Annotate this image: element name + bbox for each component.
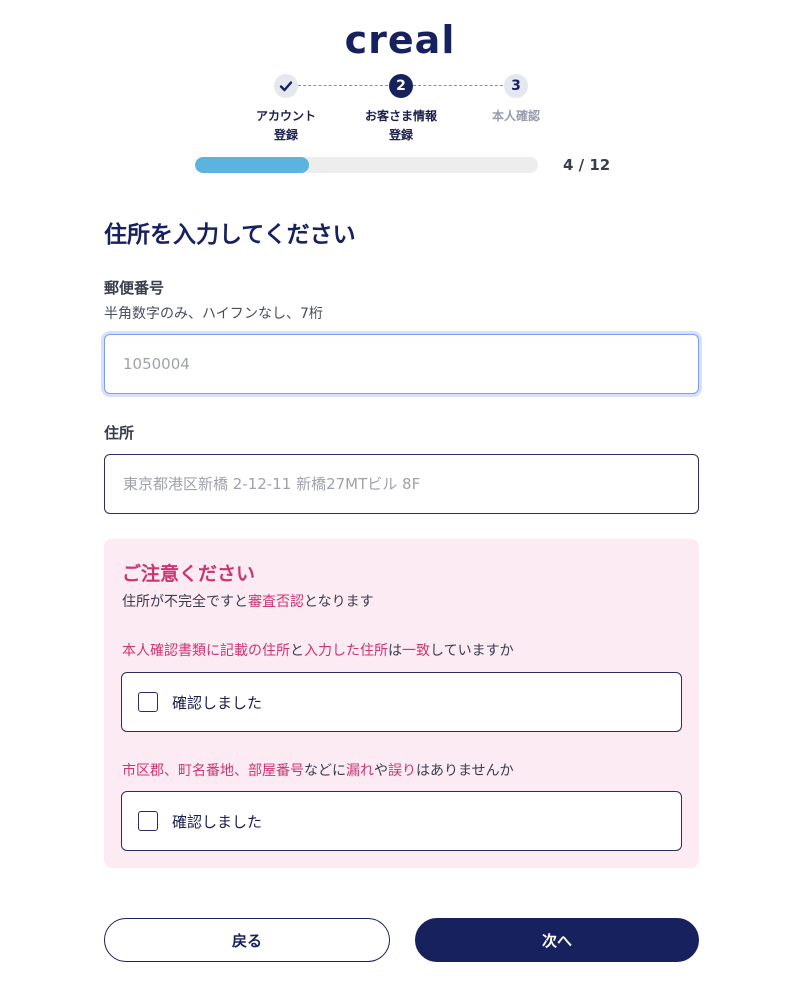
postal-code-label: 郵便番号 xyxy=(104,279,165,297)
progress-count: 4 / 12 xyxy=(563,156,611,174)
notice-title: ご注意ください xyxy=(122,563,256,585)
confirm-label-1: 確認しました xyxy=(172,693,263,712)
step-2-label: お客さま情報 登録 xyxy=(364,109,437,142)
progress-bar xyxy=(195,157,538,173)
stepper-connector xyxy=(298,85,388,86)
back-button[interactable]: 戻る xyxy=(104,918,390,962)
checkbox-1[interactable] xyxy=(138,692,158,712)
confirm-label-2: 確認しました xyxy=(172,812,263,831)
step-2-number: 2 xyxy=(389,74,413,98)
notice-question-2: 市区郡、町名番地、部屋番号などに漏れや誤りはありませんか xyxy=(122,763,514,779)
stepper-connector xyxy=(413,85,503,86)
progress-fill xyxy=(195,157,310,173)
creal-logo: creal xyxy=(344,18,456,62)
step-3-number: 3 xyxy=(504,74,528,98)
step-1-check-icon xyxy=(274,74,298,98)
postal-code-hint: 半角数字のみ、ハイフンなし、7桁 xyxy=(104,306,323,322)
address-label: 住所 xyxy=(104,424,135,442)
notice-subtitle: 住所が不完全ですと審査否認となります xyxy=(122,594,374,610)
postal-code-input[interactable] xyxy=(104,334,699,394)
step-3-label: 本人確認 xyxy=(491,109,540,123)
address-input[interactable] xyxy=(104,454,699,514)
caution-notice: ご注意ください 住所が不完全ですと審査否認となります 本人確認書類に記載の住所と… xyxy=(104,539,699,868)
next-button[interactable]: 次へ xyxy=(415,918,699,962)
notice-question-1: 本人確認書類に記載の住所と入力した住所は一致していますか xyxy=(122,643,514,659)
confirm-checkbox-row-2[interactable]: 確認しました xyxy=(121,791,682,851)
confirm-checkbox-row-1[interactable]: 確認しました xyxy=(121,672,682,732)
step-1-label: アカウント 登録 xyxy=(255,109,316,142)
page-title: 住所を入力してください xyxy=(104,222,356,248)
signup-stepper: 2 3 アカウント 登録 お客さま情報 登録 本人確認 xyxy=(0,72,800,152)
checkbox-2[interactable] xyxy=(138,811,158,831)
